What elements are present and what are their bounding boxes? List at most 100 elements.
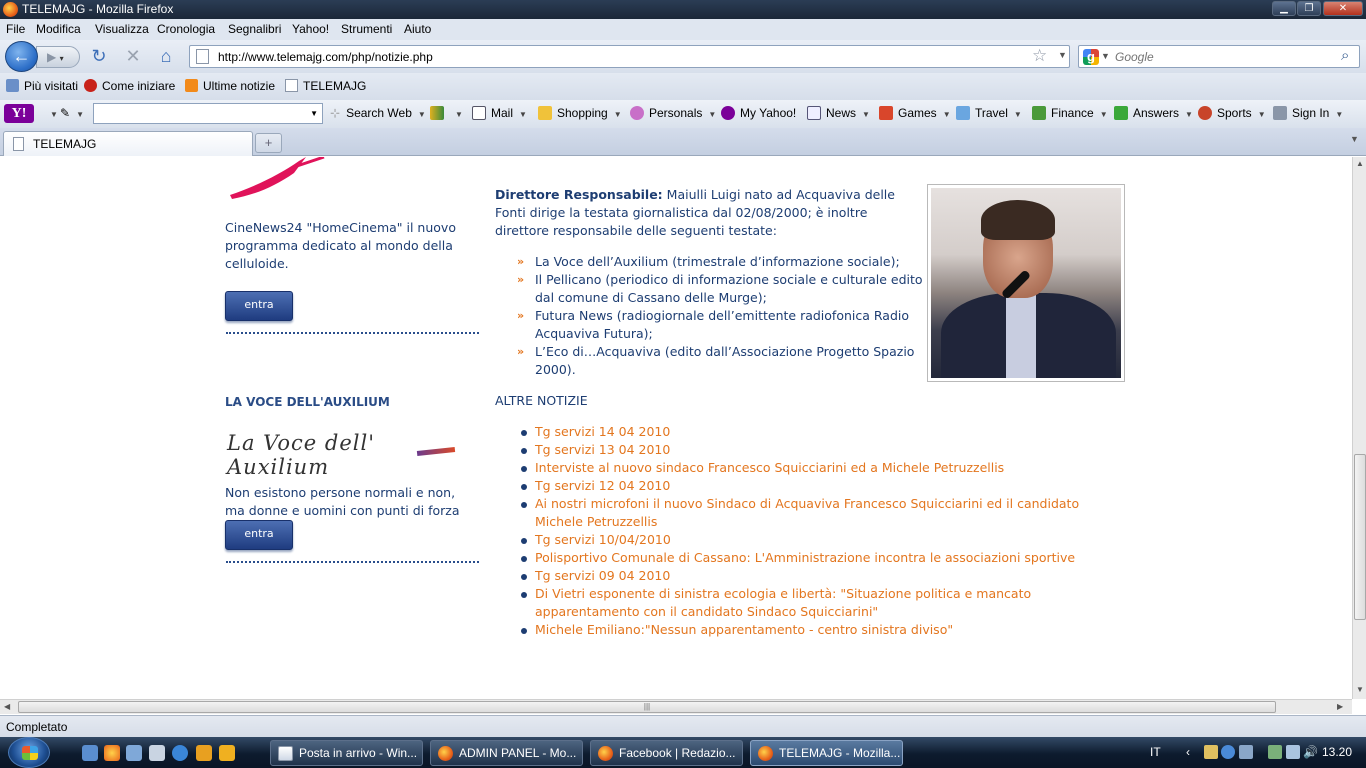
forward-button[interactable]: ▶ ▾ xyxy=(36,46,80,68)
bookmark-telemajg[interactable]: TELEMAJG xyxy=(285,79,366,93)
taskbar-button-posta[interactable]: Posta in arrivo - Win... xyxy=(270,740,423,766)
yahoo-travel[interactable]: Travel ▼ xyxy=(956,106,1022,120)
yahoo-shopping[interactable]: Shopping ▼ xyxy=(538,106,622,120)
notizia-link[interactable]: Tg servizi 14 04 2010 xyxy=(535,424,670,439)
yahoo-menu-dropdown[interactable]: ▼ xyxy=(44,106,58,120)
home-icon[interactable]: ⌂ xyxy=(155,45,177,67)
dotted-divider xyxy=(226,561,479,563)
horizontal-scroll-thumb[interactable]: ||| xyxy=(18,701,1276,713)
yahoo-item-label: Sign In xyxy=(1292,106,1330,120)
bookmark-ultime-notizie[interactable]: Ultime notizie xyxy=(185,79,275,93)
yahoo-personals[interactable]: Personals ▼ xyxy=(630,106,716,120)
menu-file[interactable]: File xyxy=(6,22,25,36)
list-item: Tg servizi 14 04 2010 xyxy=(495,423,1095,441)
tray-network-icon[interactable] xyxy=(1221,745,1235,759)
taskbar-button-label: Posta in arrivo - Win... xyxy=(299,746,418,760)
yahoo-news[interactable]: News ▼ xyxy=(807,106,870,120)
url-input[interactable] xyxy=(218,49,998,65)
entra-button-cinenews[interactable]: entra xyxy=(225,291,293,321)
altre-notizie-heading: ALTRE NOTIZIE xyxy=(495,393,588,408)
taskbar-button-telemajg[interactable]: TELEMAJG - Mozilla... xyxy=(750,740,903,766)
yahoo-search-web[interactable]: ⊹ Search Web ▼ xyxy=(330,106,426,120)
menu-aiuto[interactable]: Aiuto xyxy=(404,22,431,36)
minimize-button[interactable]: ▁ xyxy=(1272,1,1296,16)
menu-cronologia[interactable]: Cronologia xyxy=(157,22,215,36)
yahoo-search-input[interactable]: ▼ xyxy=(93,103,323,124)
search-input[interactable] xyxy=(1115,49,1335,65)
player-icon[interactable] xyxy=(219,745,235,761)
notizia-link[interactable]: Di Vietri esponente di sinistra ecologia… xyxy=(535,586,1031,619)
yahoo-sports[interactable]: Sports ▼ xyxy=(1198,106,1266,120)
yahoo-finance[interactable]: Finance ▼ xyxy=(1032,106,1108,120)
notizia-link[interactable]: Tg servizi 10/04/2010 xyxy=(535,532,671,547)
direttore-photo xyxy=(927,184,1125,382)
yahoo-logo-icon[interactable]: Y! xyxy=(4,104,34,123)
url-dropdown-icon[interactable]: ▼ xyxy=(1058,50,1067,60)
menu-strumenti[interactable]: Strumenti xyxy=(341,22,392,36)
switch-windows-icon[interactable] xyxy=(126,745,142,761)
vertical-scroll-thumb[interactable] xyxy=(1354,454,1366,620)
close-button[interactable]: ✕ xyxy=(1323,1,1363,16)
notizia-link[interactable]: Michele Emiliano:"Nessun apparentamento … xyxy=(535,622,953,637)
back-button[interactable]: ← xyxy=(5,41,38,72)
search-icon[interactable]: ⌕ xyxy=(1341,47,1349,64)
language-indicator[interactable]: IT xyxy=(1150,745,1161,759)
entra-button-voce[interactable]: entra xyxy=(225,520,293,550)
yahoo-mail[interactable]: Mail ▼ xyxy=(472,106,527,120)
media-icon[interactable] xyxy=(196,745,212,761)
scroll-left-icon[interactable]: ◀ xyxy=(4,702,10,711)
clock[interactable]: 13.20 xyxy=(1322,745,1352,759)
notizia-link[interactable]: Ai nostri microfoni il nuovo Sindaco di … xyxy=(535,496,1079,529)
yahoo-games[interactable]: Games ▼ xyxy=(879,106,951,120)
show-desktop-icon[interactable] xyxy=(82,745,98,761)
notizia-link[interactable]: Tg servizi 12 04 2010 xyxy=(535,478,670,493)
tray-folder-icon[interactable] xyxy=(1204,745,1218,759)
start-button[interactable] xyxy=(8,737,50,768)
menu-segnalibri[interactable]: Segnalibri xyxy=(228,22,281,36)
tab-telemajg[interactable]: TELEMAJG xyxy=(3,131,253,156)
search-bar[interactable]: g ▼ ⌕ xyxy=(1078,45,1360,68)
yahoo-my-yahoo[interactable]: My Yahoo! xyxy=(721,106,796,120)
url-bar[interactable]: ☆ ▼ xyxy=(189,45,1070,68)
new-tab-button[interactable]: + xyxy=(255,133,282,153)
google-engine-icon[interactable]: g xyxy=(1083,49,1099,65)
vertical-scrollbar[interactable]: ▲ ▼ xyxy=(1352,157,1366,699)
bookmark-piu-visitati[interactable]: Più visitati xyxy=(6,79,78,93)
scroll-down-icon[interactable]: ▼ xyxy=(1356,685,1364,694)
reload-icon[interactable]: ↻ xyxy=(88,45,110,67)
yahoo-sign-in[interactable]: Sign In ▼ xyxy=(1273,106,1343,120)
menu-yahoo[interactable]: Yahoo! xyxy=(292,22,329,36)
horizontal-scrollbar[interactable]: ◀ ||| ▶ xyxy=(0,699,1352,714)
taskbar-button-admin[interactable]: ADMIN PANEL - Mo... xyxy=(430,740,583,766)
notizia-link[interactable]: Polisportivo Comunale di Cassano: L'Ammi… xyxy=(535,550,1075,565)
list-item: Polisportivo Comunale di Cassano: L'Ammi… xyxy=(495,549,1095,567)
tray-update-icon[interactable] xyxy=(1239,745,1253,759)
notizia-link[interactable]: Interviste al nuovo sindaco Francesco Sq… xyxy=(535,460,1004,475)
menu-modifica[interactable]: Modifica xyxy=(36,22,81,36)
shield-icon[interactable]: ▼ xyxy=(430,106,463,120)
page-content: CineNews24 "HomeCinema" il nuovo program… xyxy=(0,157,1352,699)
tray-monitor-icon[interactable] xyxy=(1286,745,1300,759)
tray-expand-icon[interactable]: ‹ xyxy=(1186,745,1200,759)
explorer-icon[interactable] xyxy=(149,745,165,761)
bookmark-star-icon[interactable]: ☆ xyxy=(1032,46,1047,66)
bookmark-come-iniziare[interactable]: Come iniziare xyxy=(84,79,175,93)
yahoo-item-label: Shopping xyxy=(557,106,608,120)
tray-device-icon[interactable] xyxy=(1268,745,1282,759)
stop-icon[interactable]: ✕ xyxy=(122,45,144,67)
window-titlebar: TELEMAJG - Mozilla Firefox ▁ ❐ ✕ xyxy=(0,0,1366,19)
engine-dropdown-icon[interactable]: ▼ xyxy=(1101,51,1110,61)
scroll-right-icon[interactable]: ▶ xyxy=(1337,702,1343,711)
notizia-link[interactable]: Tg servizi 13 04 2010 xyxy=(535,442,670,457)
tab-list-icon[interactable]: ▼ xyxy=(1350,134,1359,144)
pencil-icon[interactable]: ✎ ▼ xyxy=(60,106,84,120)
internet-explorer-icon[interactable] xyxy=(172,745,188,761)
scroll-up-icon[interactable]: ▲ xyxy=(1356,159,1364,168)
menu-visualizza[interactable]: Visualizza xyxy=(95,22,149,36)
firefox-quicklaunch-icon[interactable] xyxy=(104,745,120,761)
yahoo-answers[interactable]: Answers ▼ xyxy=(1114,106,1193,120)
notizia-link[interactable]: Tg servizi 09 04 2010 xyxy=(535,568,670,583)
taskbar-button-facebook[interactable]: Facebook | Redazio... xyxy=(590,740,743,766)
maximize-button[interactable]: ❐ xyxy=(1297,1,1321,16)
volume-icon[interactable]: 🔊 xyxy=(1303,745,1318,759)
